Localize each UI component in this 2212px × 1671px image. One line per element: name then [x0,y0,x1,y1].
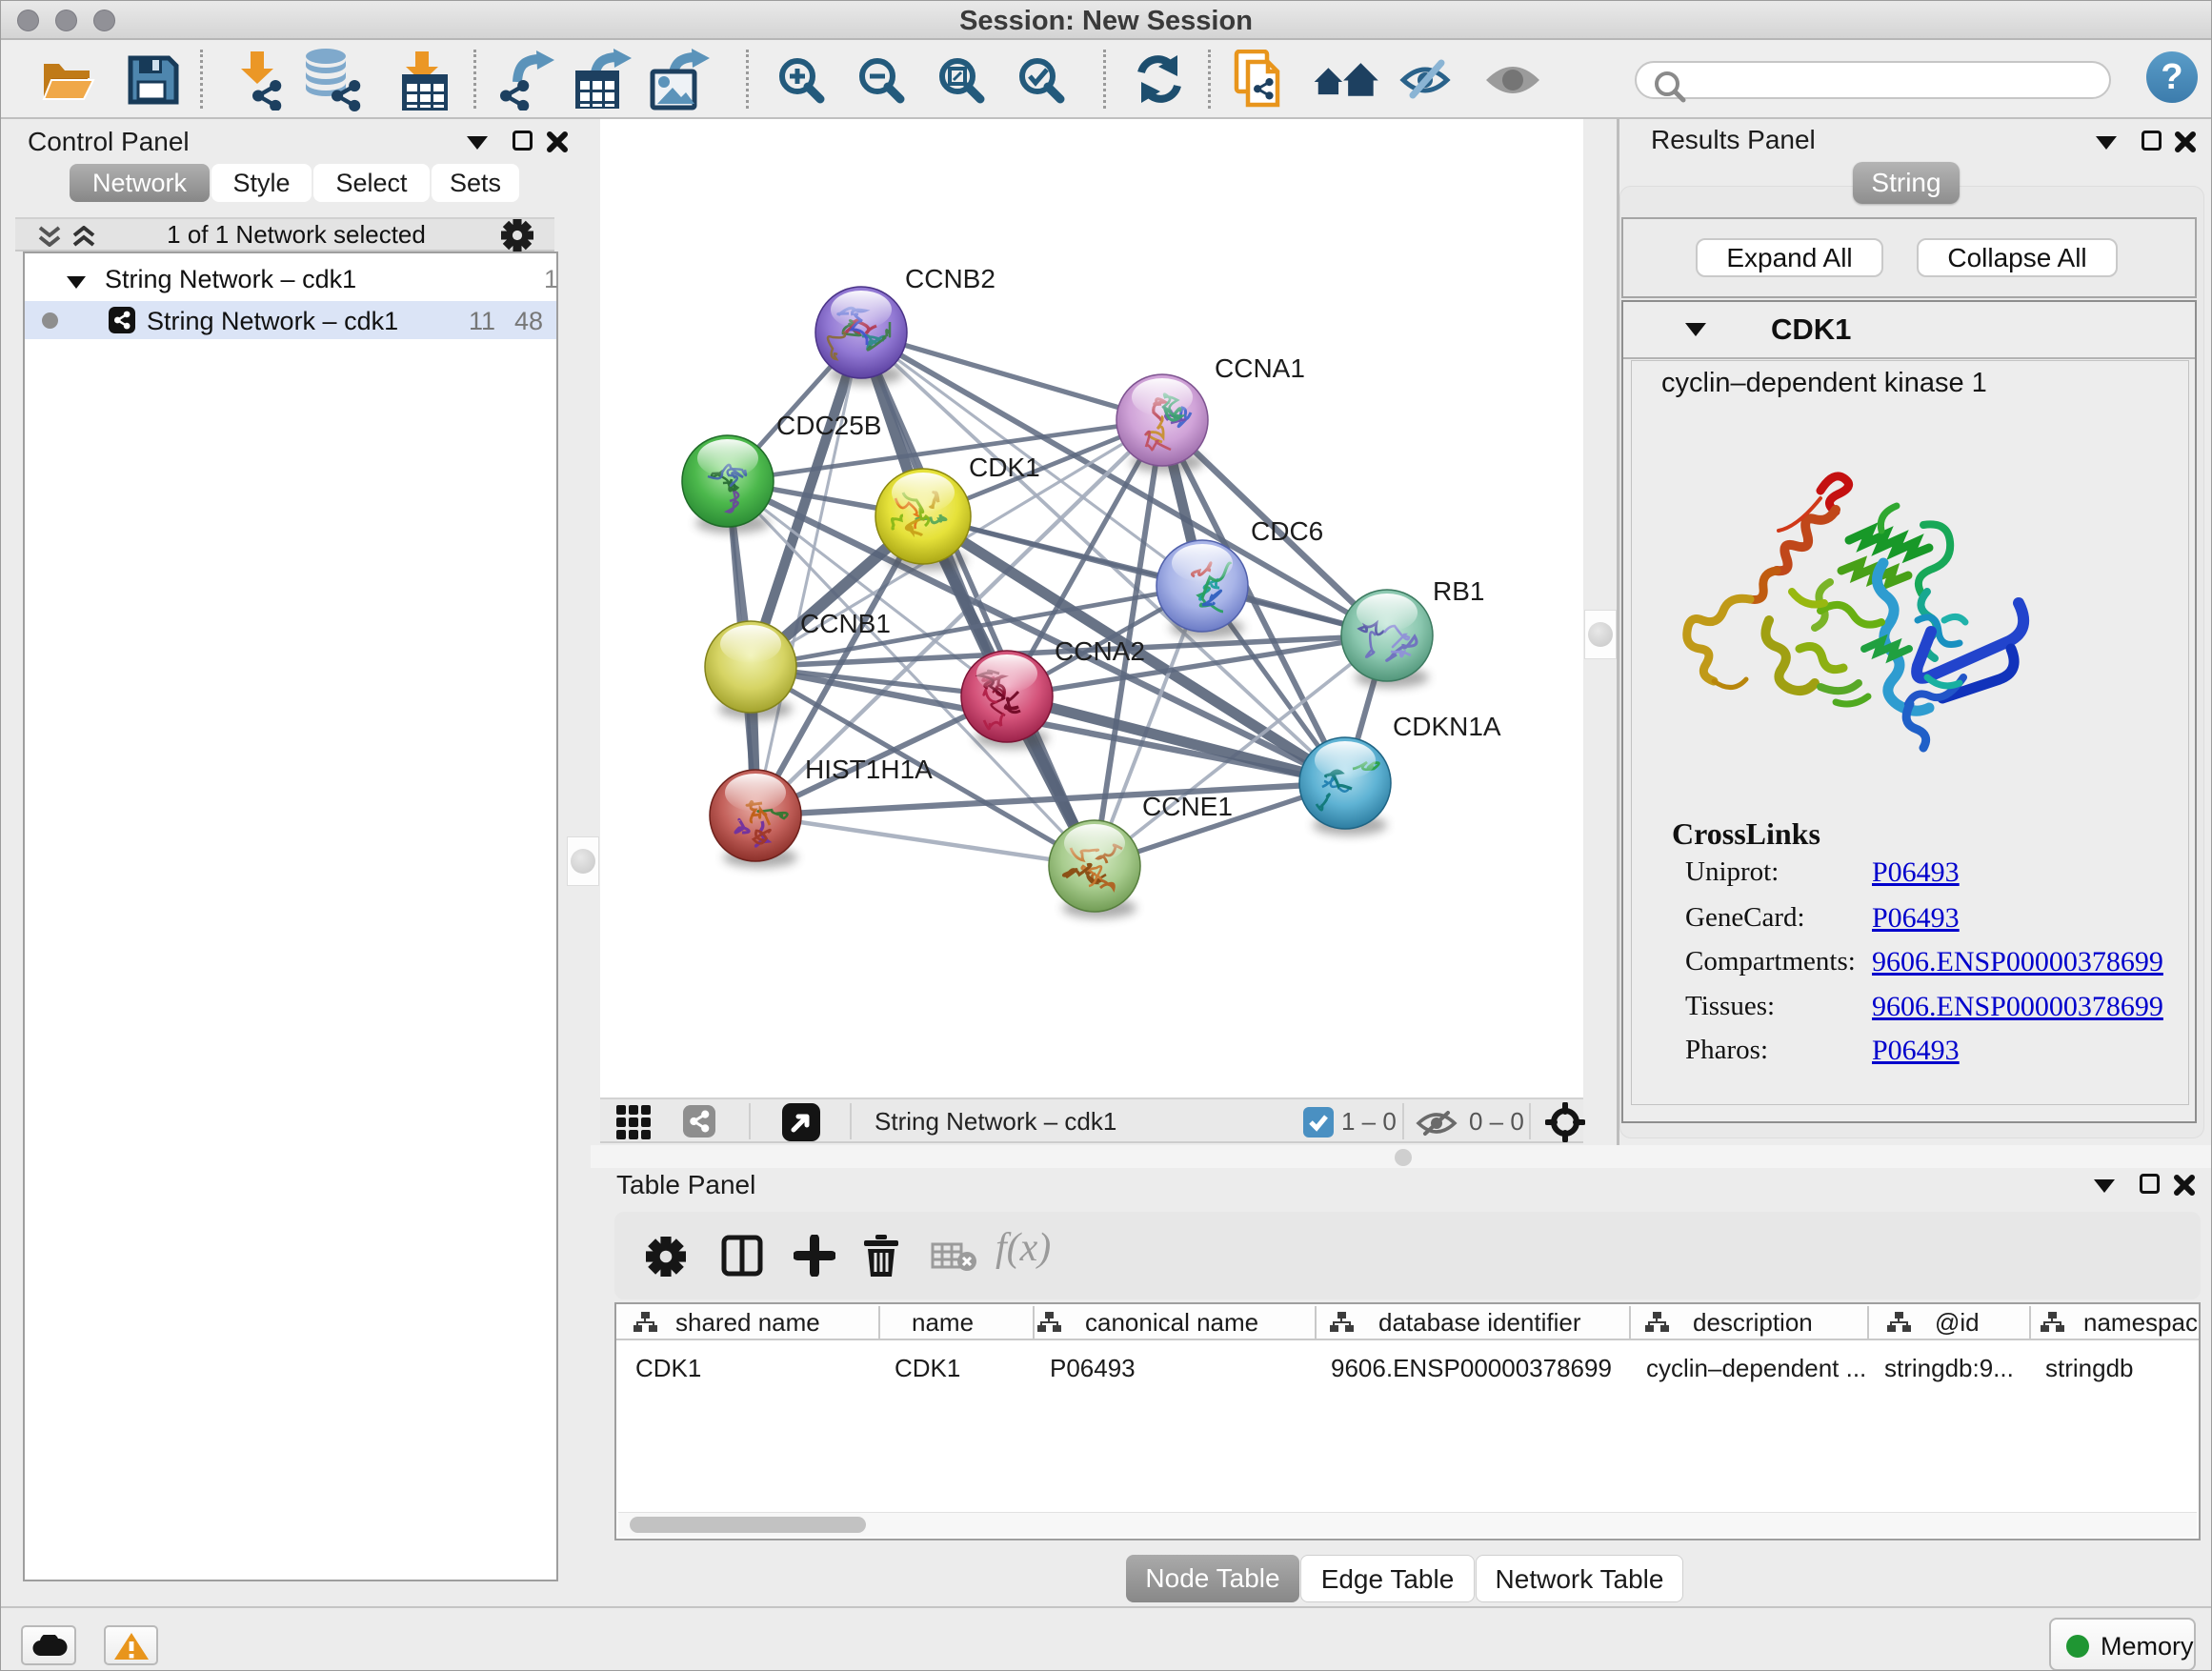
svg-text:CDC25B: CDC25B [776,411,881,440]
svg-text:CCNE1: CCNE1 [1142,792,1233,821]
svg-text:CDKN1A: CDKN1A [1393,712,1501,741]
svg-text:CCNA2: CCNA2 [1055,636,1145,666]
svg-text:CDC6: CDC6 [1251,516,1323,546]
svg-text:CDK1: CDK1 [969,453,1040,482]
svg-text:CCNB1: CCNB1 [800,609,891,638]
svg-text:CCNB2: CCNB2 [905,264,995,293]
svg-text:HIST1H1A: HIST1H1A [805,755,933,784]
svg-text:CCNA1: CCNA1 [1215,353,1305,383]
svg-text:RB1: RB1 [1433,576,1484,606]
